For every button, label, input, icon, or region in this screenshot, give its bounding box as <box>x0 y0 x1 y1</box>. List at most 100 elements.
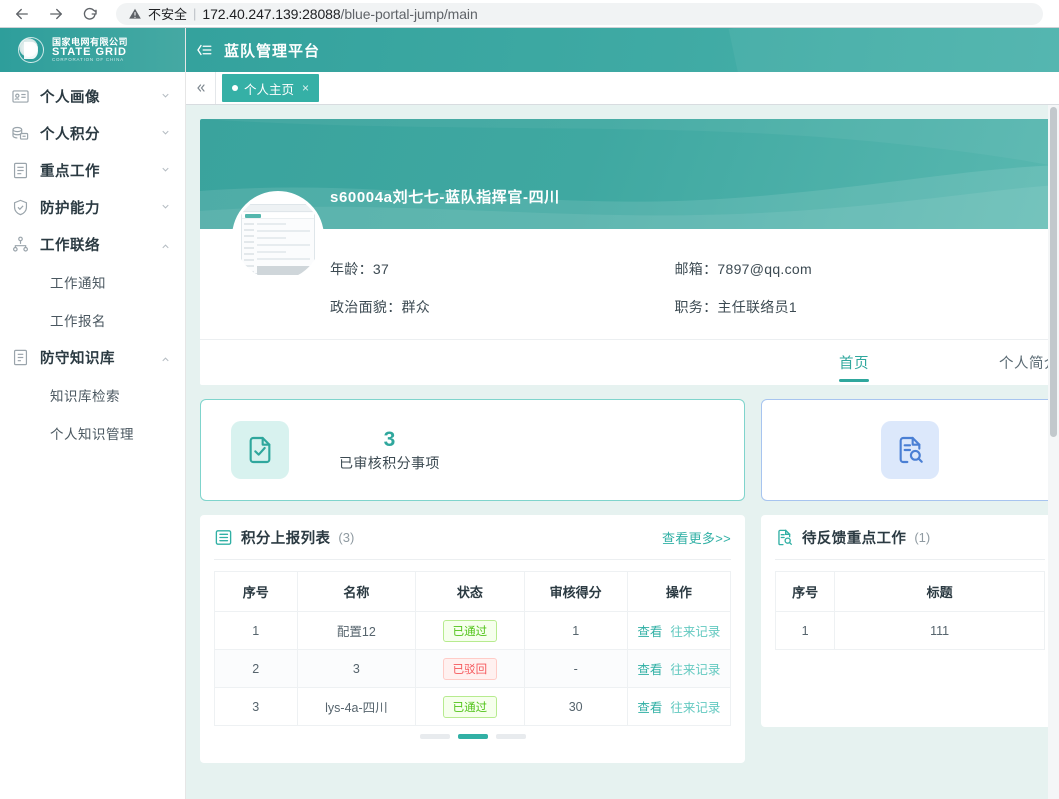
cell-status: 已通过 <box>415 687 525 726</box>
tab-home[interactable]: 首页 <box>839 340 869 386</box>
chevron-down-icon[interactable] <box>160 201 171 215</box>
logo-text: 国家电网有限公司 STATE GRID CORPORATION OF CHINA <box>52 37 128 63</box>
stat-card-reviewed-score-items[interactable]: 3 已审核积分事项 <box>200 399 745 501</box>
sitemap-icon <box>10 235 30 255</box>
cell-actions: 查看 往来记录 <box>626 611 732 650</box>
url-path: /blue-portal-jump/main <box>340 5 478 22</box>
table-row: 3 lys-4a-四川 已通过 30 查看 往来记录 <box>214 687 732 726</box>
pagination <box>214 734 731 739</box>
panel-header: 待反馈重点工作 (1) <box>775 527 1045 560</box>
tab-close-icon[interactable]: × <box>302 81 309 95</box>
history-action-link[interactable]: 往来记录 <box>670 625 720 639</box>
chevron-down-icon[interactable] <box>160 127 171 141</box>
column-index: 序号 <box>774 571 836 612</box>
double-chevron-left-icon[interactable] <box>186 72 216 104</box>
tab-bar: 个人主页 × <box>186 72 1059 105</box>
column-name: 名称 <box>296 571 417 612</box>
stat-card-secondary[interactable] <box>761 399 1059 501</box>
sidebar-item-label: 防守知识库 <box>40 351 115 367</box>
sidebar-item-defense-knowledge-base[interactable]: 防守知识库 <box>0 339 185 376</box>
field-value: 群众 <box>401 299 431 315</box>
table-row: 1 配置12 已通过 1 查看 往来记录 <box>214 611 732 650</box>
field-label: 年龄： <box>330 261 373 277</box>
scrollbar-thumb[interactable] <box>1050 107 1057 437</box>
profile-card: s60004a刘七七-蓝队指挥官-四川 年龄：37 政治面貌：群众 邮箱：789… <box>200 119 1059 385</box>
panel-title: 积分上报列表 <box>241 531 331 547</box>
document-icon <box>10 161 30 181</box>
browser-forward-icon[interactable] <box>44 2 68 26</box>
chevron-up-icon[interactable] <box>160 238 171 252</box>
main-column: 蓝队管理平台 个人主页 × s60004a刘七七-蓝队指挥官-四川 年龄：37 … <box>186 28 1059 799</box>
security-status-label: 不安全 <box>148 7 188 22</box>
pending-work-table: 序号 标题 1 111 <box>774 571 1045 650</box>
chevron-up-icon[interactable] <box>160 351 171 365</box>
browser-reload-icon[interactable] <box>78 2 102 26</box>
sidebar-item-label: 工作联络 <box>40 238 100 254</box>
chevron-down-icon[interactable] <box>160 164 171 178</box>
cell-name: 配置12 <box>296 611 417 650</box>
menu-collapse-icon[interactable] <box>194 41 214 59</box>
pagination-next[interactable] <box>495 734 526 739</box>
table-body: 1 111 <box>774 611 1045 650</box>
panel-count: (3) <box>338 530 355 545</box>
table-header: 序号 标题 <box>774 571 1045 612</box>
chevron-down-icon[interactable] <box>160 90 171 104</box>
logo-company-sub: CORPORATION OF CHINA <box>52 56 124 62</box>
tab-active-dot-icon <box>232 85 238 91</box>
sidebar-subitem-kb-search[interactable]: 知识库检索 <box>0 376 185 414</box>
pagination-page-current[interactable] <box>457 734 488 739</box>
banner-wave-decoration <box>200 119 1059 229</box>
status-badge: 已驳回 <box>442 657 498 680</box>
profile-name: s60004a刘七七-蓝队指挥官-四川 <box>330 189 560 206</box>
stat-cards: 3 已审核积分事项 <box>200 399 1059 501</box>
cell-score: - <box>523 649 628 688</box>
view-action-link[interactable]: 查看 <box>637 663 662 677</box>
book-icon <box>10 348 30 368</box>
pagination-prev[interactable] <box>419 734 450 739</box>
sidebar-subitem-personal-knowledge[interactable]: 个人知识管理 <box>0 414 185 452</box>
cell-index: 3 <box>214 687 298 726</box>
sidebar-item-label: 个人积分 <box>40 127 100 143</box>
avatar <box>232 191 324 283</box>
view-action-link[interactable]: 查看 <box>637 625 662 639</box>
sidebar-menu: 个人画像 个人积分 重点工作 防护能力 工作联络 工作通知 工作报名 防守知识库… <box>0 72 185 452</box>
panel-header: 积分上报列表 (3) 查看更多>> <box>214 527 731 560</box>
tab-label: 个人主页 <box>244 82 295 97</box>
sidebar-item-personal-score[interactable]: 个人积分 <box>0 115 185 152</box>
cell-score: 1 <box>523 611 628 650</box>
browser-back-icon[interactable] <box>10 2 34 26</box>
sidebar-item-personal-profile[interactable]: 个人画像 <box>0 78 185 115</box>
cell-actions: 查看 往来记录 <box>626 687 732 726</box>
sidebar-logo: 国家电网有限公司 STATE GRID CORPORATION OF CHINA <box>0 28 185 72</box>
column-index: 序号 <box>214 571 298 612</box>
cell-name: 3 <box>296 649 417 688</box>
sidebar-item-work-contact[interactable]: 工作联络 <box>0 226 185 263</box>
table-row: 2 3 已驳回 - 查看 往来记录 <box>214 649 732 688</box>
history-action-link[interactable]: 往来记录 <box>670 701 720 715</box>
cell-index: 1 <box>774 611 836 650</box>
stat-number: 3 <box>383 427 396 451</box>
panel-score-report-list: 积分上报列表 (3) 查看更多>> 序号 名称 状态 审核得分 操作 1 配置1… <box>200 515 745 763</box>
list-icon <box>214 528 233 547</box>
sidebar-subitem-work-signup[interactable]: 工作报名 <box>0 301 185 339</box>
tab-personal-home[interactable]: 个人主页 × <box>222 74 320 102</box>
sidebar-subitem-work-notice[interactable]: 工作通知 <box>0 263 185 301</box>
profile-field-email: 邮箱：7897@qq.com <box>675 259 1020 279</box>
panel-count: (1) <box>914 530 931 545</box>
sidebar-item-label: 重点工作 <box>40 164 100 180</box>
field-label: 职务： <box>674 299 718 315</box>
address-bar[interactable]: 不安全 | 172.40.247.139:28088/blue-portal-j… <box>116 2 1043 25</box>
history-action-link[interactable]: 往来记录 <box>670 663 720 677</box>
state-grid-logo-icon <box>18 37 44 63</box>
page-content: s60004a刘七七-蓝队指挥官-四川 年龄：37 政治面貌：群众 邮箱：789… <box>186 105 1059 799</box>
sidebar: 国家电网有限公司 STATE GRID CORPORATION OF CHINA… <box>0 28 186 799</box>
sidebar-item-protection-capability[interactable]: 防护能力 <box>0 189 185 226</box>
view-more-link[interactable]: 查看更多>> <box>662 528 731 547</box>
browser-toolbar: 不安全 | 172.40.247.139:28088/blue-portal-j… <box>0 0 1059 28</box>
sidebar-item-key-work[interactable]: 重点工作 <box>0 152 185 189</box>
column-actions: 操作 <box>626 571 732 612</box>
vertical-scrollbar[interactable] <box>1048 105 1059 799</box>
table-header: 序号 名称 状态 审核得分 操作 <box>214 571 732 612</box>
view-action-link[interactable]: 查看 <box>637 701 662 715</box>
field-value: 37 <box>372 261 390 277</box>
